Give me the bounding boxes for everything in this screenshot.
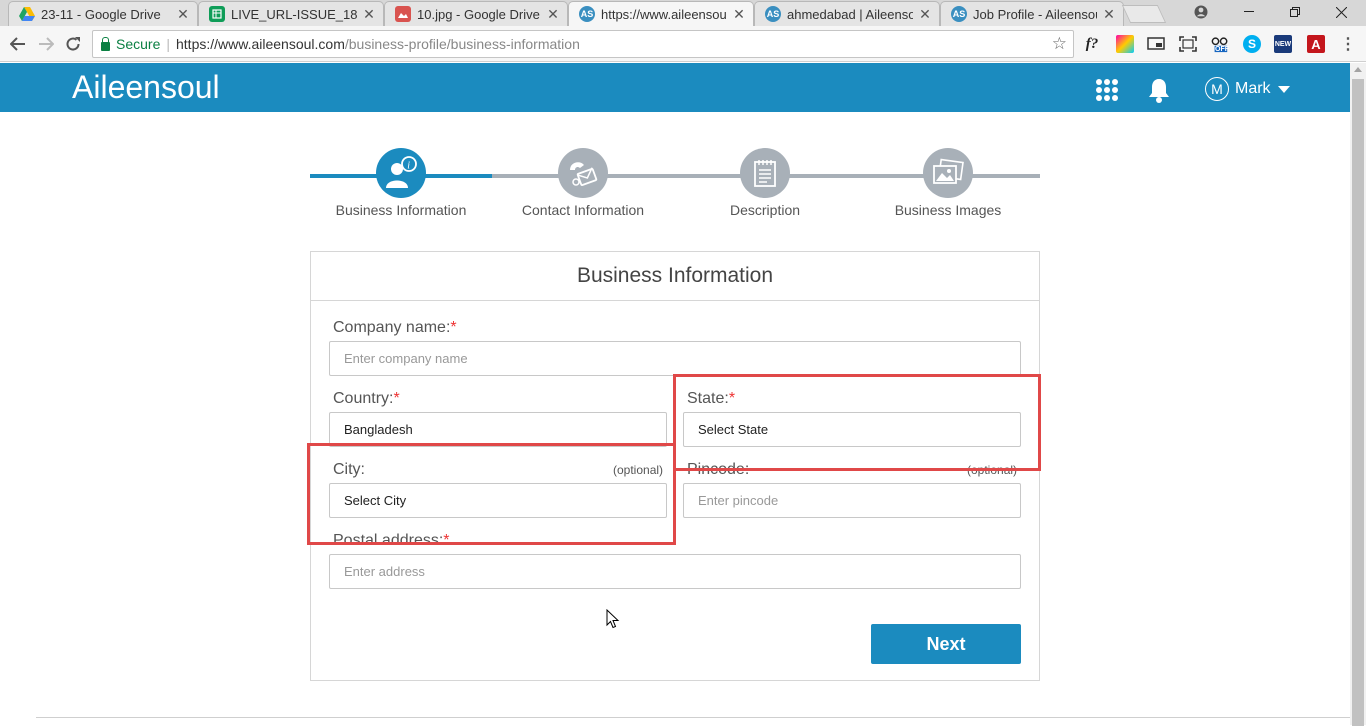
caret-down-icon[interactable]: [1278, 86, 1290, 93]
font-finder-extension-icon[interactable]: f?: [1083, 35, 1101, 53]
off-badge: OFF: [1215, 46, 1229, 53]
mouse-cursor-icon: [606, 608, 620, 634]
company-name-input[interactable]: Enter company name: [329, 341, 1021, 376]
notification-bell-icon[interactable]: [1147, 77, 1171, 103]
svg-text:i: i: [407, 161, 410, 172]
address-separator: |: [166, 36, 170, 52]
next-button[interactable]: Next: [871, 624, 1021, 664]
step-business-info[interactable]: i: [376, 148, 426, 198]
footer-divider: [36, 717, 1350, 718]
browser-toolbar: Secure | https://www.aileensoul.com/busi…: [0, 26, 1366, 62]
google-drive-icon: [19, 6, 35, 22]
url-path: /business-profile/business-information: [344, 36, 580, 52]
image-file-icon: [395, 6, 411, 22]
close-window-button[interactable]: [1318, 0, 1364, 24]
step-label: Business Images: [894, 202, 1002, 218]
skype-extension-icon[interactable]: S: [1243, 35, 1261, 53]
company-name-label-text: Company name:: [333, 319, 451, 336]
tab-title: Job Profile - Aileensoul: [973, 6, 1097, 22]
site-logo[interactable]: Aileensoul: [72, 69, 220, 106]
tab-title: 10.jpg - Google Drive: [417, 6, 540, 22]
profile-icon[interactable]: [1178, 0, 1224, 24]
user-name[interactable]: Mark: [1235, 80, 1271, 98]
form-title: Business Information: [311, 252, 1039, 301]
menu-dots-icon[interactable]: ⋮: [1339, 35, 1357, 53]
color-picker-extension-icon[interactable]: [1116, 35, 1134, 53]
tab-title: 23-11 - Google Drive: [41, 6, 161, 22]
cast-extension-icon[interactable]: [1147, 35, 1165, 53]
forward-icon[interactable]: [35, 33, 57, 55]
close-icon[interactable]: ✕: [1101, 6, 1117, 23]
url-host: https://www.aileensoul.com: [176, 36, 345, 52]
bookmark-star-icon[interactable]: ☆: [1052, 34, 1067, 54]
contact-info-icon: [570, 162, 598, 186]
step-description[interactable]: [740, 148, 790, 198]
description-icon: [754, 160, 776, 187]
aileensoul-icon: AS: [579, 6, 595, 22]
required-mark: *: [393, 390, 400, 407]
glasses-extension-icon[interactable]: OFF: [1211, 35, 1229, 53]
step-business-images[interactable]: [923, 148, 973, 198]
restore-button[interactable]: [1272, 0, 1318, 24]
browser-tab-strip: 23-11 - Google Drive ✕ LIVE_URL-ISSUE_18…: [0, 0, 1366, 26]
user-avatar[interactable]: M: [1205, 77, 1229, 101]
browser-tab[interactable]: LIVE_URL-ISSUE_18_9_2 ✕: [198, 1, 384, 26]
close-icon[interactable]: ✕: [361, 6, 377, 23]
lock-icon: [101, 36, 110, 51]
step-label: Contact Information: [521, 202, 645, 218]
adobe-extension-icon[interactable]: A: [1307, 35, 1325, 53]
country-select[interactable]: Bangladesh: [329, 412, 667, 447]
country-label: Country:*: [333, 390, 400, 408]
browser-tab[interactable]: 23-11 - Google Drive ✕: [8, 1, 198, 26]
screenshot-extension-icon[interactable]: [1179, 35, 1197, 53]
browser-tab[interactable]: AS ahmedabad | Aileensoul ✕: [754, 1, 940, 26]
required-mark: *: [450, 319, 457, 336]
apps-grid-icon[interactable]: [1096, 79, 1118, 101]
aileensoul-icon: AS: [765, 6, 781, 22]
minimize-button[interactable]: [1226, 0, 1272, 24]
step-label: Business Information: [335, 202, 467, 218]
back-icon[interactable]: [7, 33, 29, 55]
new-badge: NEW: [1274, 40, 1292, 48]
close-icon[interactable]: ✕: [917, 6, 933, 23]
business-info-icon: i: [386, 156, 417, 188]
reload-icon[interactable]: [62, 33, 84, 55]
country-label-text: Country:: [333, 390, 394, 407]
city-highlight-box: [307, 443, 676, 545]
business-images-icon: [933, 158, 964, 184]
step-label: Description: [729, 202, 801, 218]
tab-title: https://www.aileensoul.c: [601, 6, 727, 22]
tab-title: LIVE_URL-ISSUE_18_9_2: [231, 6, 357, 22]
postal-address-input[interactable]: Enter address: [329, 554, 1021, 589]
new-tab-button[interactable]: [1121, 5, 1167, 23]
browser-tab[interactable]: AS Job Profile - Aileensoul ✕: [940, 1, 1124, 26]
browser-tab-active[interactable]: AS https://www.aileensoul.c ✕: [568, 1, 754, 26]
company-name-label: Company name:*: [333, 319, 457, 337]
address-bar[interactable]: Secure | https://www.aileensoul.com/busi…: [92, 30, 1074, 58]
scroll-thumb[interactable]: [1352, 79, 1364, 726]
close-icon[interactable]: ✕: [731, 6, 747, 23]
secure-label: Secure: [116, 36, 161, 52]
state-highlight-box: [673, 374, 1041, 471]
page-scrollbar[interactable]: [1350, 63, 1366, 726]
scroll-up-arrow[interactable]: [1354, 67, 1362, 72]
pincode-input[interactable]: Enter pincode: [683, 483, 1021, 518]
close-icon[interactable]: ✕: [545, 6, 561, 23]
aileensoul-icon: AS: [951, 6, 967, 22]
google-sheets-icon: [209, 6, 225, 22]
step-contact-info[interactable]: [558, 148, 608, 198]
tab-title: ahmedabad | Aileensoul: [787, 6, 913, 22]
close-icon[interactable]: ✕: [175, 6, 191, 23]
font-finder-text: f?: [1085, 35, 1099, 52]
site-header: Aileensoul M Mark: [0, 63, 1350, 112]
browser-tab[interactable]: 10.jpg - Google Drive ✕: [384, 1, 568, 26]
news-extension-icon[interactable]: NEW: [1274, 35, 1292, 53]
